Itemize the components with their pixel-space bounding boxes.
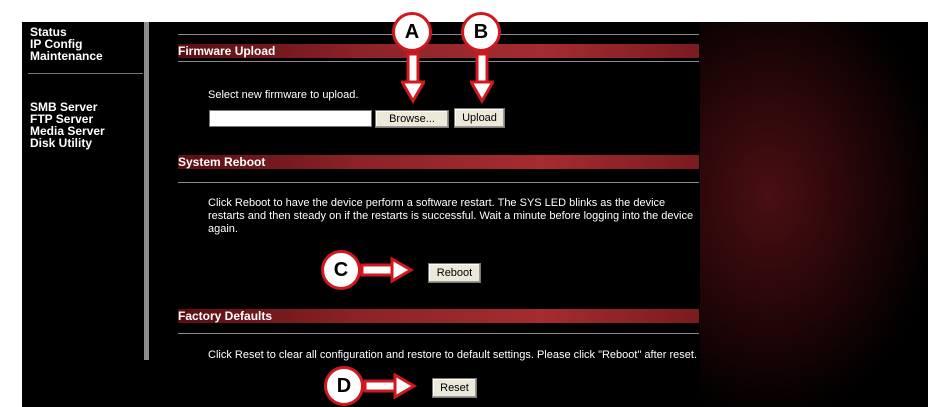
arrow-down-icon [470, 52, 494, 104]
reset-button[interactable]: Reset [432, 378, 477, 398]
section-header-reboot: System Reboot [178, 155, 699, 169]
divider [178, 333, 699, 334]
sidebar-group-system: Status IP Config Maintenance [30, 26, 103, 62]
sidebar-scrollbar[interactable] [144, 22, 149, 360]
callout-d: D [324, 366, 364, 406]
callout-c: C [321, 250, 361, 290]
sidebar-divider [28, 73, 143, 74]
callout-b: B [461, 12, 501, 52]
divider [178, 61, 699, 62]
reboot-description: Click Reboot to have the device perform … [208, 197, 694, 235]
firmware-file-input[interactable] [209, 110, 372, 127]
section-header-factory: Factory Defaults [178, 309, 699, 323]
reboot-button[interactable]: Reboot [428, 263, 481, 283]
section-header-firmware: Firmware Upload [178, 44, 699, 58]
divider [178, 182, 699, 183]
background-decoration [700, 22, 928, 407]
arrow-right-icon [363, 373, 417, 399]
upload-button[interactable]: Upload [454, 108, 505, 128]
sidebar-group-services: SMB Server FTP Server Media Server Disk … [30, 101, 105, 149]
divider [178, 34, 699, 35]
sidebar-item-disk-utility[interactable]: Disk Utility [30, 137, 105, 149]
firmware-instruction: Select new firmware to upload. [208, 89, 359, 101]
arrow-right-icon [360, 257, 414, 283]
arrow-down-icon [401, 52, 425, 104]
factory-description: Click Reset to clear all configuration a… [208, 349, 697, 361]
sidebar-item-maintenance[interactable]: Maintenance [30, 50, 103, 62]
callout-a: A [392, 12, 432, 52]
browse-button[interactable]: Browse... [375, 110, 449, 128]
